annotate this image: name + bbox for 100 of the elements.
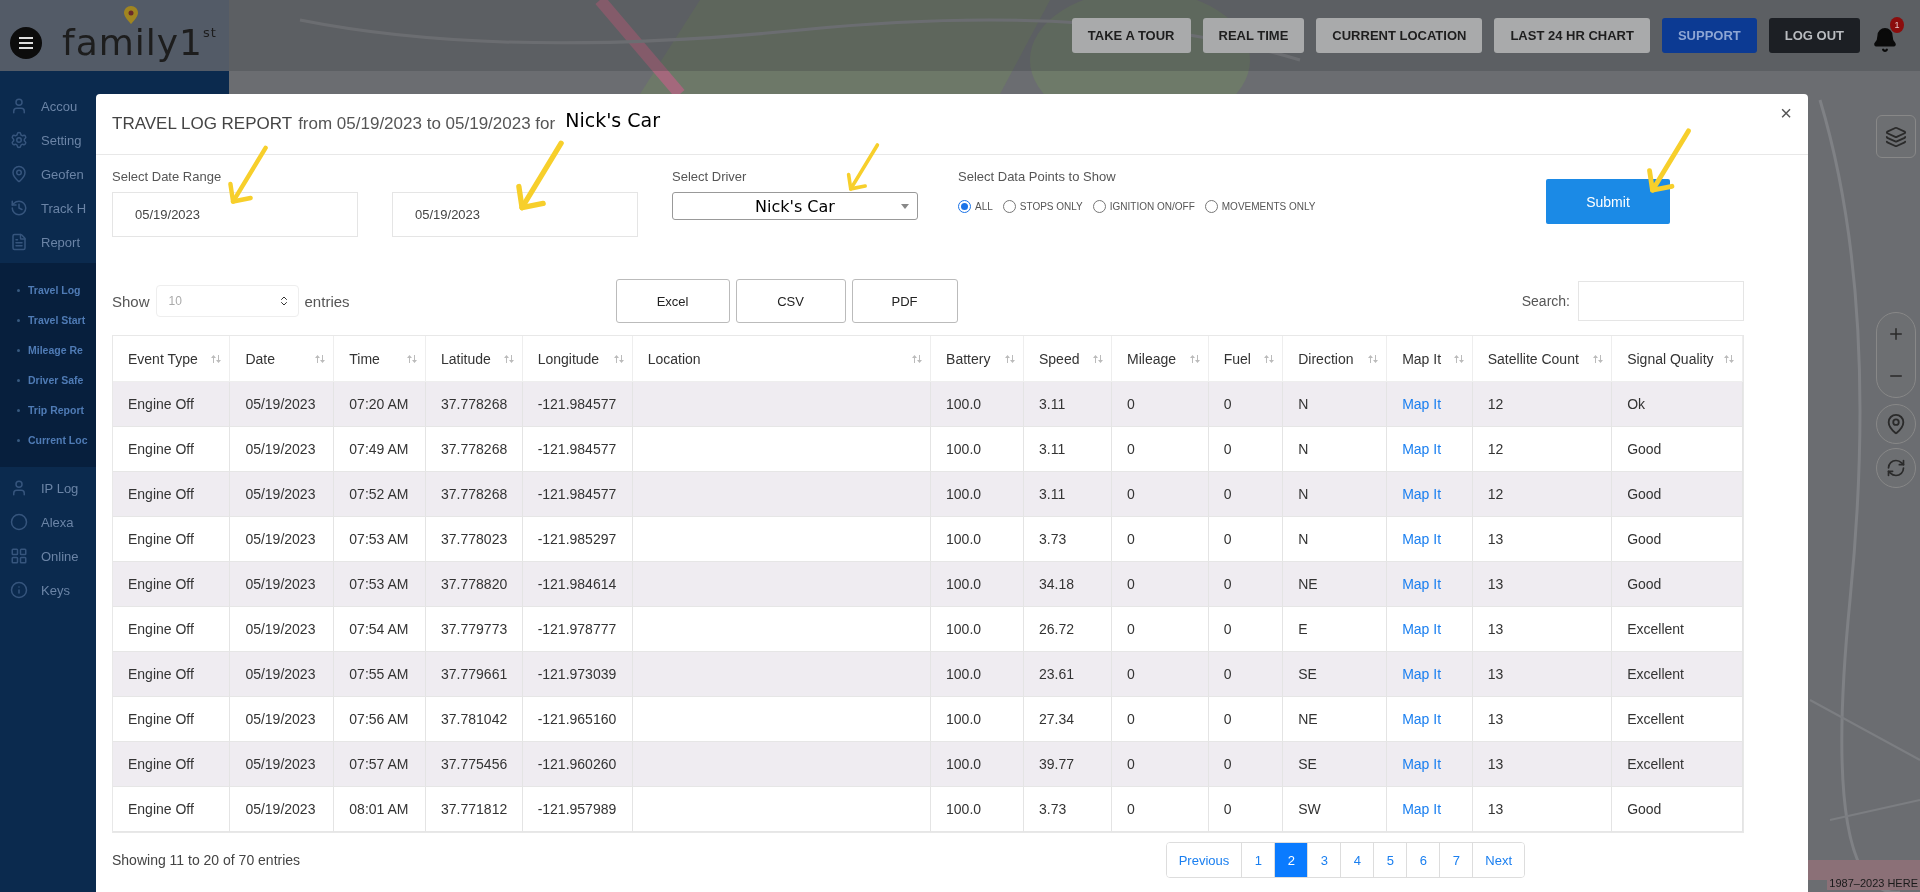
table-cell: 0 xyxy=(1112,787,1209,832)
header-button[interactable]: TAKE A TOUR xyxy=(1071,18,1191,53)
table-cell: E xyxy=(1283,607,1388,652)
table-cell: 37.779773 xyxy=(426,607,523,652)
table-cell: 05/19/2023 xyxy=(230,787,335,832)
page-button[interactable]: 2 xyxy=(1274,843,1308,877)
user-icon xyxy=(10,479,28,497)
table-cell: Engine Off xyxy=(113,562,231,607)
table-cell: Good xyxy=(1612,427,1743,472)
sidebar-item[interactable]: Report xyxy=(0,225,81,259)
table-cell: 0 xyxy=(1112,427,1209,472)
table-cell: 05/19/2023 xyxy=(230,742,335,787)
entries-label: entries xyxy=(304,292,350,310)
table-cell: -121.985297 xyxy=(522,517,633,562)
table-cell: 23.61 xyxy=(1024,652,1113,697)
submenu-item[interactable]: Trip Report xyxy=(0,395,84,425)
zoom-in-icon[interactable] xyxy=(1887,325,1905,343)
submenu-item[interactable]: Mileage Re xyxy=(0,335,83,365)
sort-icon xyxy=(315,354,326,363)
table-cell: -121.984577 xyxy=(522,382,633,427)
table-cell: 100.0 xyxy=(931,427,1024,472)
table-cell: 39.77 xyxy=(1024,742,1113,787)
table-cell: 08:01 AM xyxy=(334,787,427,832)
sidebar-item[interactable]: IP Log xyxy=(0,471,79,505)
submenu-item[interactable]: Current Loc xyxy=(0,425,88,455)
submenu-item[interactable]: Driver Safe xyxy=(0,365,84,395)
table-cell: 37.781042 xyxy=(426,697,523,742)
map-it-link[interactable]: Map It xyxy=(1402,531,1442,547)
sort-icon xyxy=(912,354,923,363)
table-cell: 0 xyxy=(1208,652,1284,697)
sidebar-item[interactable]: Keys xyxy=(0,573,70,607)
map-it-link[interactable]: Map It xyxy=(1402,396,1442,412)
ring-icon xyxy=(10,513,28,531)
header-button[interactable]: REAL TIME xyxy=(1202,18,1305,53)
sidebar-item[interactable]: Geofen xyxy=(0,157,84,191)
field-label: Select Data Points to Show xyxy=(958,169,1117,184)
table-cell: 07:20 AM xyxy=(334,382,427,427)
table-cell: 100.0 xyxy=(931,472,1024,517)
table-cell: -121.960260 xyxy=(522,742,633,787)
table-cell: 07:49 AM xyxy=(334,427,427,472)
table-cell: Ok xyxy=(1612,382,1743,427)
search-field[interactable] xyxy=(1578,281,1744,321)
settings-icon xyxy=(10,131,28,149)
data-point-radio[interactable]: IGNITION ON/OFF xyxy=(1092,200,1195,213)
table-cell: 0 xyxy=(1208,562,1284,607)
table-cell: Excellent xyxy=(1612,742,1743,787)
table-cell: 0 xyxy=(1112,472,1209,517)
data-point-radio[interactable]: MOVEMENTS ONLY xyxy=(1204,200,1316,213)
sort-icon xyxy=(1724,354,1734,363)
header-button[interactable]: LAST 24 HR CHART xyxy=(1494,18,1650,53)
header-button[interactable]: SUPPORT xyxy=(1661,18,1757,53)
table-cell: 13 xyxy=(1472,607,1613,652)
table-cell: 100.0 xyxy=(931,607,1024,652)
table-cell: 100.0 xyxy=(931,562,1024,607)
data-point-radio[interactable]: ALL xyxy=(958,200,993,213)
driver-select[interactable]: Nick's Car xyxy=(672,192,918,220)
map-it-link[interactable]: Map It xyxy=(1402,576,1442,592)
table-cell: 07:53 AM xyxy=(334,517,427,562)
table-cell: -121.965160 xyxy=(522,697,633,742)
sidebar-item[interactable]: Setting xyxy=(0,123,82,157)
map-it-link[interactable]: Map It xyxy=(1402,711,1442,727)
map-it-link[interactable]: Map It xyxy=(1402,801,1442,817)
export-button[interactable]: Excel xyxy=(615,279,730,323)
export-button[interactable]: CSV xyxy=(735,279,846,323)
sidebar-item[interactable]: Accou xyxy=(0,89,78,123)
header-button[interactable]: CURRENT LOCATION xyxy=(1316,18,1483,53)
data-point-radio[interactable]: STOPS ONLY xyxy=(1002,200,1083,213)
submit-button[interactable]: Submit xyxy=(1546,179,1670,224)
table-cell: Excellent xyxy=(1612,607,1743,652)
map-it-link[interactable]: Map It xyxy=(1402,621,1442,637)
table-cell: 12 xyxy=(1472,382,1613,427)
table-cell: 37.778023 xyxy=(426,517,523,562)
sidebar-item[interactable]: Online xyxy=(0,539,79,573)
next-button[interactable]: Next xyxy=(1472,843,1524,877)
export-button[interactable]: PDF xyxy=(851,279,958,323)
header-button[interactable]: LOG OUT xyxy=(1768,18,1860,53)
map-it-link[interactable]: Map It xyxy=(1402,756,1442,772)
map-it-link[interactable]: Map It xyxy=(1402,666,1442,682)
table-cell: 0 xyxy=(1208,787,1284,832)
map-attribution: 1987–2023 HERE xyxy=(1827,876,1920,890)
sidebar-item[interactable]: Alexa xyxy=(0,505,74,539)
table-cell: 0 xyxy=(1112,697,1209,742)
to-date-field[interactable]: 05/19/2023 xyxy=(392,192,638,237)
menu-icon[interactable] xyxy=(10,27,42,59)
from-date-field[interactable]: 05/19/2023 xyxy=(112,192,358,237)
dialog-subtitle: from 05/19/2023 to 05/19/2023 for xyxy=(298,114,556,134)
table-cell: 07:57 AM xyxy=(334,742,427,787)
map-it-link[interactable]: Map It xyxy=(1402,441,1442,457)
table-cell: Engine Off xyxy=(113,517,231,562)
submenu-item[interactable]: Travel Log xyxy=(0,275,81,305)
submenu-item[interactable]: Travel Start xyxy=(0,305,86,335)
map-it-link[interactable]: Map It xyxy=(1402,486,1442,502)
sidebar-item[interactable]: Track H xyxy=(0,191,87,225)
close-button[interactable]: × xyxy=(1776,102,1796,125)
table-cell: 13 xyxy=(1472,787,1613,832)
table-cell: Engine Off xyxy=(113,382,231,427)
layers-icon[interactable] xyxy=(1876,115,1916,158)
entries-select[interactable]: 10 xyxy=(155,285,299,317)
table-cell: N xyxy=(1283,427,1388,472)
sort-icon xyxy=(613,354,624,363)
